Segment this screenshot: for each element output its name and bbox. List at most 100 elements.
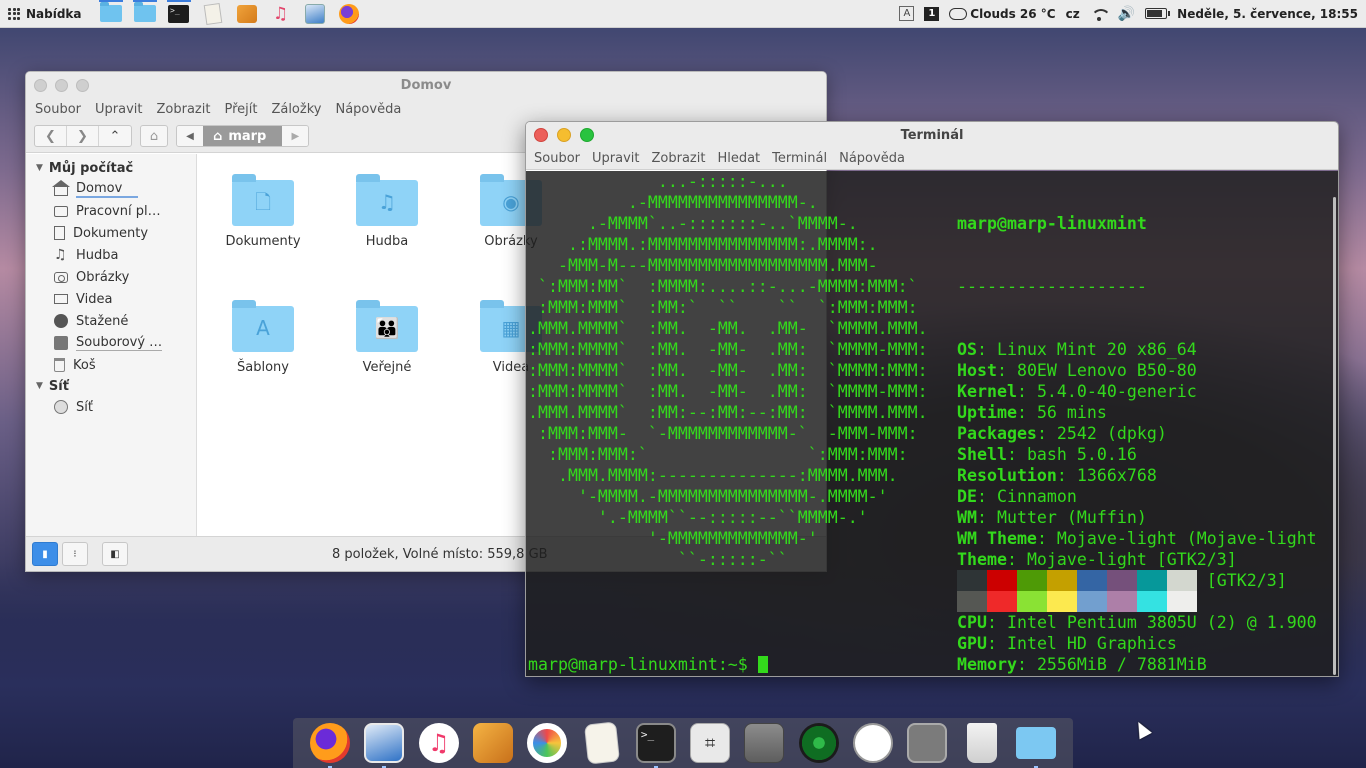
launcher-music[interactable]: ♫ xyxy=(264,0,298,28)
menu-zobrazit[interactable]: Zobrazit xyxy=(645,151,711,166)
forward-button[interactable]: ❯ xyxy=(67,126,99,146)
launcher-photo[interactable] xyxy=(298,0,332,28)
expander-icon: ▼ xyxy=(36,381,43,391)
launcher-files-2[interactable] xyxy=(128,0,162,28)
sidebar-item-desktop[interactable]: Pracovní pl… xyxy=(26,200,196,222)
dock-radar[interactable] xyxy=(798,722,840,764)
sidebar-item-documents[interactable]: Dokumenty xyxy=(26,222,196,244)
up-button[interactable]: ⌃ xyxy=(99,126,131,146)
info-colon: : xyxy=(1006,445,1027,464)
hide-sidebar-button[interactable]: ◧ xyxy=(102,542,128,566)
info-value: 80EW Lenovo B50-80 xyxy=(1016,361,1197,380)
cloud-icon xyxy=(949,7,968,20)
info-row: Packages: 2542 (dpkg) xyxy=(957,423,1317,444)
sidebar-item-filesystem[interactable]: Souborový … xyxy=(26,332,196,354)
menu-terminal[interactable]: Terminál xyxy=(766,151,833,166)
breadcrumb-right-button[interactable]: ▶ xyxy=(282,126,309,146)
dock-files[interactable] xyxy=(1015,722,1057,768)
notes-icon xyxy=(583,721,620,765)
launcher-pen[interactable] xyxy=(230,0,264,28)
dock-terminal[interactable]: >_ xyxy=(635,722,677,768)
dock-screenshot[interactable]: ⌗ xyxy=(689,722,731,764)
document-icon: 🗋 xyxy=(254,190,272,214)
dock-rotate[interactable] xyxy=(526,722,568,764)
scrollbar[interactable] xyxy=(1333,197,1336,675)
dock-calculator[interactable] xyxy=(743,722,785,764)
sidebar-item-trash[interactable]: Koš xyxy=(26,354,196,376)
menu-upravit[interactable]: Upravit xyxy=(586,151,645,166)
breadcrumb-current[interactable]: ⌂ marp xyxy=(203,126,283,146)
launcher-terminal[interactable]: >_ xyxy=(162,0,196,28)
info-row: Uptime: 56 mins xyxy=(957,402,1317,423)
dock-firefox[interactable] xyxy=(309,722,351,768)
menu-napoveda[interactable]: Nápověda xyxy=(833,151,911,166)
terminal-output[interactable]: ...-:::::-... .-MMMMMMMMMMMMMMM-. .-MMMM… xyxy=(526,171,1338,676)
sidebar-item-videos[interactable]: Videa xyxy=(26,288,196,310)
dock-settings[interactable] xyxy=(906,722,948,764)
dock-pen[interactable] xyxy=(472,722,514,764)
color-swatch xyxy=(1107,591,1137,612)
folder-public[interactable]: 👪 Veřejné xyxy=(337,298,437,375)
weather-applet[interactable]: Clouds 26 °C xyxy=(949,7,1056,21)
info-colon: : xyxy=(986,613,1007,632)
color-swatch xyxy=(987,591,1017,612)
folder-music[interactable]: ♫ Hudba xyxy=(337,172,437,249)
battery-icon[interactable] xyxy=(1145,8,1171,19)
info-row: DE: Cinnamon xyxy=(957,486,1317,507)
dock-trash[interactable] xyxy=(961,722,1003,764)
back-button[interactable]: ❮ xyxy=(35,126,67,146)
info-value: 2556MiB / 7881MiB xyxy=(1036,655,1207,674)
shell-prompt[interactable]: marp@marp-linuxmint:~$ xyxy=(528,654,768,675)
launcher-notes[interactable] xyxy=(196,0,230,28)
sidebar-header-computer[interactable]: ▼ Můj počítač xyxy=(26,158,196,178)
breadcrumb-left-button[interactable]: ◀ xyxy=(177,126,203,146)
sidebar-item-home[interactable]: Domov xyxy=(26,178,196,200)
launcher-firefox[interactable] xyxy=(332,0,366,28)
language-indicator[interactable]: cz xyxy=(1066,7,1080,21)
music-icon: ♫ xyxy=(378,190,396,214)
sidebar-item-label: Souborový … xyxy=(76,335,163,351)
dock-image-viewer[interactable] xyxy=(363,722,405,768)
dock-clock[interactable] xyxy=(852,722,894,764)
menu-soubor[interactable]: Soubor xyxy=(28,102,88,117)
info-row: WM: Mutter (Muffin) xyxy=(957,507,1317,528)
dock-notes[interactable] xyxy=(581,721,623,765)
dock-music[interactable]: ♫ xyxy=(418,722,460,764)
keyboard-layout-indicator[interactable]: A xyxy=(899,6,915,21)
sidebar-item-downloads[interactable]: Stažené xyxy=(26,310,196,332)
home-button[interactable]: ⌂ xyxy=(140,125,168,147)
info-row: GPU: Intel HD Graphics xyxy=(957,633,1317,654)
menu-prejit[interactable]: Přejít xyxy=(217,102,264,117)
menu-soubor[interactable]: Soubor xyxy=(528,151,586,166)
sidebar-header-network[interactable]: ▼ Síť xyxy=(26,376,196,396)
folder-icon xyxy=(99,2,122,22)
show-places-button[interactable]: ▮ xyxy=(32,542,58,566)
workspace-switcher[interactable]: 1 xyxy=(924,6,940,21)
folder-documents[interactable]: 🗋 Dokumenty xyxy=(213,172,313,249)
folder-templates[interactable]: A Šablony xyxy=(213,298,313,375)
clock[interactable]: Neděle, 5. července, 18:55 xyxy=(1177,7,1358,21)
sidebar-item-network[interactable]: Síť xyxy=(26,396,196,418)
menu-hledat[interactable]: Hledat xyxy=(711,151,766,166)
info-value: Mutter (Muffin) xyxy=(996,508,1147,527)
info-value: 2542 (dpkg) xyxy=(1056,424,1167,443)
show-tree-button[interactable]: ⁝ xyxy=(62,542,88,566)
sidebar-item-pictures[interactable]: Obrázky xyxy=(26,266,196,288)
launcher-files[interactable] xyxy=(94,0,128,28)
file-manager-titlebar[interactable]: Domov xyxy=(26,72,826,98)
info-row: Theme: Mojave-light [GTK2/3] xyxy=(957,549,1317,570)
terminal-menubar: Soubor Upravit Zobrazit Hledat Terminál … xyxy=(526,148,1338,170)
wifi-icon[interactable] xyxy=(1090,7,1108,21)
volume-icon[interactable]: 🔊 xyxy=(1118,6,1135,22)
menu-napoveda[interactable]: Nápověda xyxy=(328,102,408,117)
info-key: WM xyxy=(957,508,977,527)
menu-zalozky[interactable]: Záložky xyxy=(264,102,328,117)
sidebar-item-music[interactable]: ♫ Hudba xyxy=(26,244,196,266)
menu-button[interactable]: Nabídka xyxy=(0,0,90,28)
menu-zobrazit[interactable]: Zobrazit xyxy=(149,102,217,117)
menu-upravit[interactable]: Upravit xyxy=(88,102,149,117)
info-value: Mojave-light [GTK2/3] xyxy=(1026,550,1237,569)
terminal-titlebar[interactable]: Terminál xyxy=(526,122,1338,148)
info-value: Mojave-light (Mojave-light xyxy=(1056,529,1317,548)
panel-launchers: >_ ♫ xyxy=(94,0,366,28)
